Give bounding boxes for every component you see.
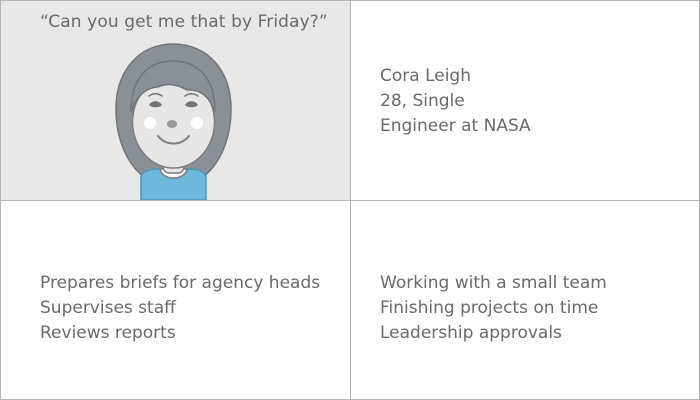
horizontal-divider: [1, 200, 699, 201]
avatar-icon: [115, 43, 232, 200]
list-item: Reviews reports: [40, 323, 176, 343]
identity-list: Cora Leigh 28, Single Engineer at NASA: [380, 64, 531, 139]
portrait-panel: “Can you get me that by Friday?”: [1, 1, 350, 200]
list-item: Prepares briefs for agency heads: [40, 273, 321, 293]
list-item: Finishing projects on time: [380, 298, 599, 318]
list-item: Supervises staff: [40, 298, 176, 318]
identity-panel: Cora Leigh 28, Single Engineer at NASA: [350, 1, 700, 200]
persona-name: Cora Leigh: [380, 66, 472, 86]
persona-occupation: Engineer at NASA: [380, 116, 531, 136]
persona-quote: “Can you get me that by Friday?”: [40, 12, 328, 32]
priorities-list: Working with a small team Finishing proj…: [380, 271, 607, 346]
persona-age-status: 28, Single: [380, 91, 465, 111]
list-item: Working with a small team: [380, 273, 607, 293]
responsibilities-panel: Prepares briefs for agency heads Supervi…: [1, 200, 350, 400]
list-item: Leadership approvals: [380, 323, 562, 343]
responsibilities-list: Prepares briefs for agency heads Supervi…: [40, 271, 320, 346]
priorities-panel: Working with a small team Finishing proj…: [350, 200, 700, 400]
persona-card: “Can you get me that by Friday?” Cora Le…: [0, 0, 700, 400]
